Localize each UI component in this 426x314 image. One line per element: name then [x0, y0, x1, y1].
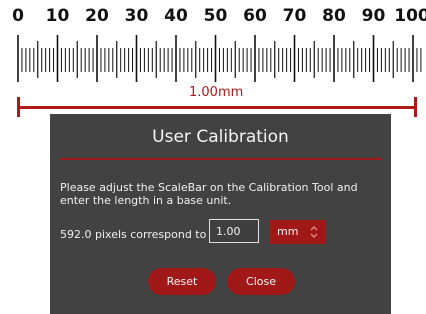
ruler-tick-label: 90	[361, 6, 386, 26]
ruler-tick-label: 40	[164, 6, 188, 26]
close-button[interactable]: Close	[227, 268, 295, 295]
user-calibration-dialog: User Calibration Please adjust the Scale…	[50, 114, 391, 314]
up-down-chevron-icon	[310, 225, 318, 239]
ruler-tick-label: 70	[282, 6, 307, 26]
unit-select[interactable]: mm	[269, 220, 326, 244]
scalebar-right-handle[interactable]	[414, 97, 417, 117]
ruler-tick-label: 10	[45, 6, 70, 26]
ruler-tick-label: 80	[322, 6, 346, 26]
length-input[interactable]	[209, 219, 259, 243]
scalebar-left-handle[interactable]	[17, 97, 20, 117]
scalebar-line[interactable]	[17, 106, 416, 109]
dialog-divider	[60, 158, 382, 160]
ruler-tick-label: 0	[12, 6, 24, 26]
ruler-tick-label: 60	[243, 6, 267, 26]
dialog-instructions: Please adjust the ScaleBar on the Calibr…	[60, 181, 358, 207]
pixels-correspond-label: 592.0 pixels correspond to	[60, 228, 207, 241]
dialog-title: User Calibration	[152, 127, 289, 147]
scalebar-label: 1.00mm	[189, 85, 244, 100]
ruler-tick-label: 30	[124, 6, 149, 26]
unit-select-value: mm	[277, 225, 299, 238]
ruler-tick-label: 100	[394, 6, 426, 26]
ruler-tick-label: 50	[203, 6, 228, 26]
reset-button[interactable]: Reset	[148, 268, 216, 295]
ruler-tick-label: 20	[85, 6, 109, 26]
